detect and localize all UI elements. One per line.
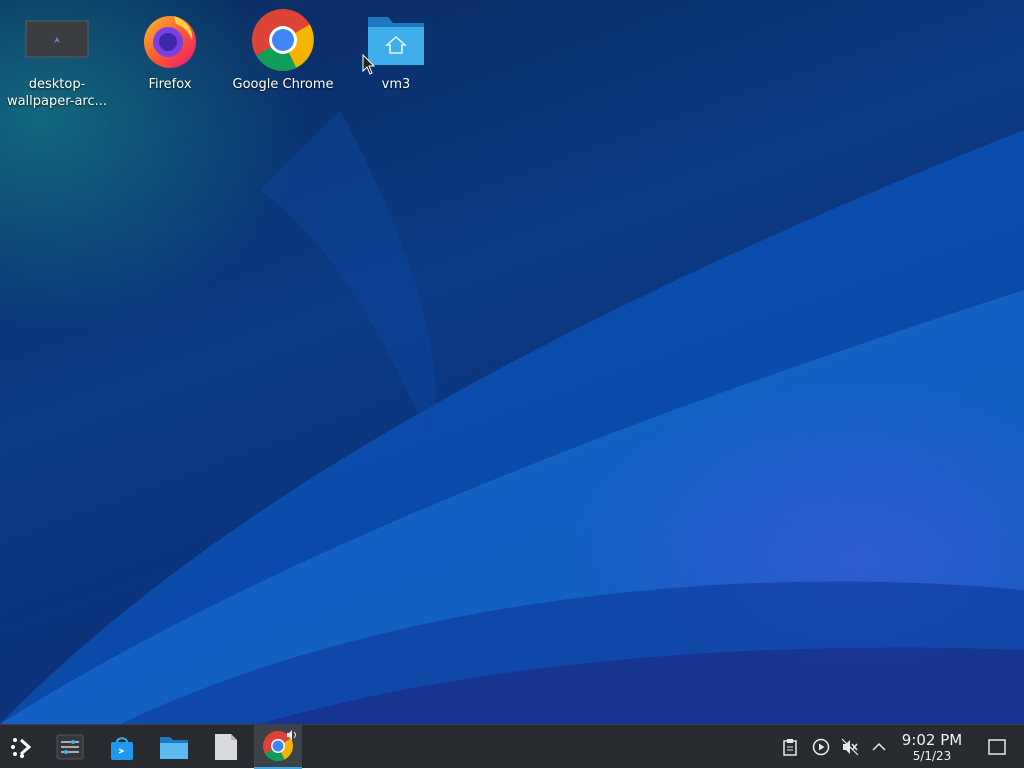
desktop-icon-label: Google Chrome <box>232 77 334 92</box>
app-launcher-icon <box>11 738 32 758</box>
app-launcher-button[interactable] <box>0 725 44 769</box>
digital-clock[interactable]: 9:02 PM 5/1/23 <box>896 731 968 763</box>
image-thumbnail-icon <box>25 8 89 72</box>
mouse-cursor-icon <box>362 54 376 75</box>
desktop-icon-label: vm3 <box>381 77 411 92</box>
text-editor-icon <box>215 734 237 760</box>
taskbar-text-editor[interactable] <box>204 725 248 769</box>
file-manager-icon <box>160 737 188 759</box>
system-settings-icon <box>56 734 84 760</box>
clock-time: 9:02 PM <box>901 731 963 749</box>
chevron-up-icon <box>872 742 886 751</box>
desktop-icon-google-chrome[interactable]: Google Chrome <box>228 8 338 93</box>
discover-store-icon <box>111 737 133 760</box>
taskbar: 9:02 PM 5/1/23 <box>0 724 1024 769</box>
clock-date: 5/1/23 <box>912 749 952 763</box>
taskbar-file-manager[interactable] <box>152 725 196 769</box>
tray-volume[interactable] <box>840 737 860 757</box>
desktop-icon-home-folder[interactable]: vm3 <box>341 8 451 93</box>
desktop-icon-label: Firefox <box>148 77 192 92</box>
taskbar-google-chrome[interactable] <box>254 725 302 769</box>
desktop-icon-label: desktop- wallpaper-arc... <box>6 77 108 109</box>
clipboard-icon <box>783 739 797 756</box>
media-player-icon <box>812 738 830 756</box>
taskbar-discover-store[interactable] <box>100 725 144 769</box>
tray-expand-button[interactable] <box>869 737 889 757</box>
chrome-icon <box>251 8 315 72</box>
desktop-icon-firefox[interactable]: Firefox <box>115 8 225 93</box>
volume-muted-icon <box>841 738 859 756</box>
taskbar-system-settings[interactable] <box>48 725 92 769</box>
desktop-icon-wallpaper-file[interactable]: desktop- wallpaper-arc... <box>2 8 112 110</box>
show-desktop-icon <box>988 739 1006 755</box>
desktop-background[interactable]: desktop- wallpaper-arc... Firefox Google… <box>0 0 1024 724</box>
tray-clipboard[interactable] <box>780 737 800 757</box>
tray-media-player[interactable] <box>811 737 831 757</box>
show-desktop-button[interactable] <box>987 737 1007 757</box>
wallpaper-waves <box>0 110 1024 724</box>
firefox-icon <box>138 8 202 72</box>
audio-playing-icon <box>287 730 296 740</box>
